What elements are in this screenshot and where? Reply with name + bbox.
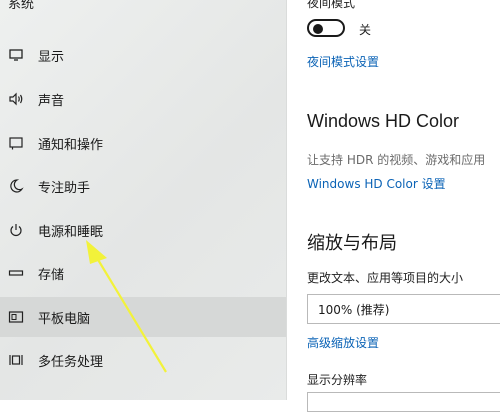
scale-label: 更改文本、应用等项目的大小: [307, 271, 464, 285]
notification-icon: [8, 135, 24, 151]
sidebar-item-label: 声音: [38, 93, 65, 109]
sidebar-item-notifications[interactable]: 通知和操作: [0, 123, 286, 163]
multitask-icon: [8, 352, 24, 368]
sidebar-item-label: 平板电脑: [38, 311, 91, 327]
night-light-settings-link[interactable]: 夜间模式设置: [307, 53, 379, 70]
sidebar-header: 系统: [8, 0, 35, 12]
sidebar-item-label: 多任务处理: [38, 354, 104, 370]
scale-layout-heading: 缩放与布局: [307, 233, 397, 254]
sidebar-item-focus-assist[interactable]: 专注助手: [0, 166, 286, 206]
settings-sidebar: 系统 显示 声音 通知和操作 专注助手 电源和睡眠 存储 平板电脑 多任务处理: [0, 0, 286, 400]
sidebar-item-label: 专注助手: [38, 180, 91, 196]
sidebar-item-storage[interactable]: 存储: [0, 253, 286, 293]
night-light-toggle-state: 关: [359, 23, 372, 37]
resolution-label: 显示分辨率: [307, 373, 368, 387]
sidebar-item-label: 显示: [38, 49, 65, 65]
night-light-title: 夜间模式: [307, 0, 356, 10]
sidebar-item-label: 存储: [38, 267, 65, 283]
sidebar-item-label: 电源和睡眠: [38, 224, 104, 240]
scale-dropdown-value: 100% (推荐): [318, 302, 390, 317]
advanced-scaling-link[interactable]: 高级缩放设置: [307, 334, 379, 351]
hd-color-description: 让支持 HDR 的视频、游戏和应用: [307, 153, 486, 167]
sidebar-item-tablet[interactable]: 平板电脑: [0, 297, 286, 337]
sidebar-item-multitasking[interactable]: 多任务处理: [0, 340, 286, 380]
sidebar-item-label: 通知和操作: [38, 137, 104, 153]
moon-icon: [8, 178, 24, 194]
resolution-dropdown[interactable]: [307, 392, 500, 412]
sidebar-item-display[interactable]: 显示: [0, 35, 286, 75]
hd-color-settings-link[interactable]: Windows HD Color 设置: [307, 175, 446, 192]
pane-divider: [286, 0, 287, 400]
sidebar-item-sound[interactable]: 声音: [0, 79, 286, 119]
power-icon: [8, 222, 24, 238]
speaker-icon: [8, 91, 24, 107]
sidebar-item-power-sleep[interactable]: 电源和睡眠: [0, 210, 286, 250]
toggle-knob: [313, 24, 323, 34]
hd-color-heading: Windows HD Color: [307, 111, 460, 131]
night-light-toggle[interactable]: [307, 19, 345, 37]
tablet-icon: [8, 309, 24, 325]
monitor-icon: [8, 47, 24, 63]
storage-icon: [8, 265, 24, 281]
scale-dropdown[interactable]: 100% (推荐): [307, 294, 500, 324]
